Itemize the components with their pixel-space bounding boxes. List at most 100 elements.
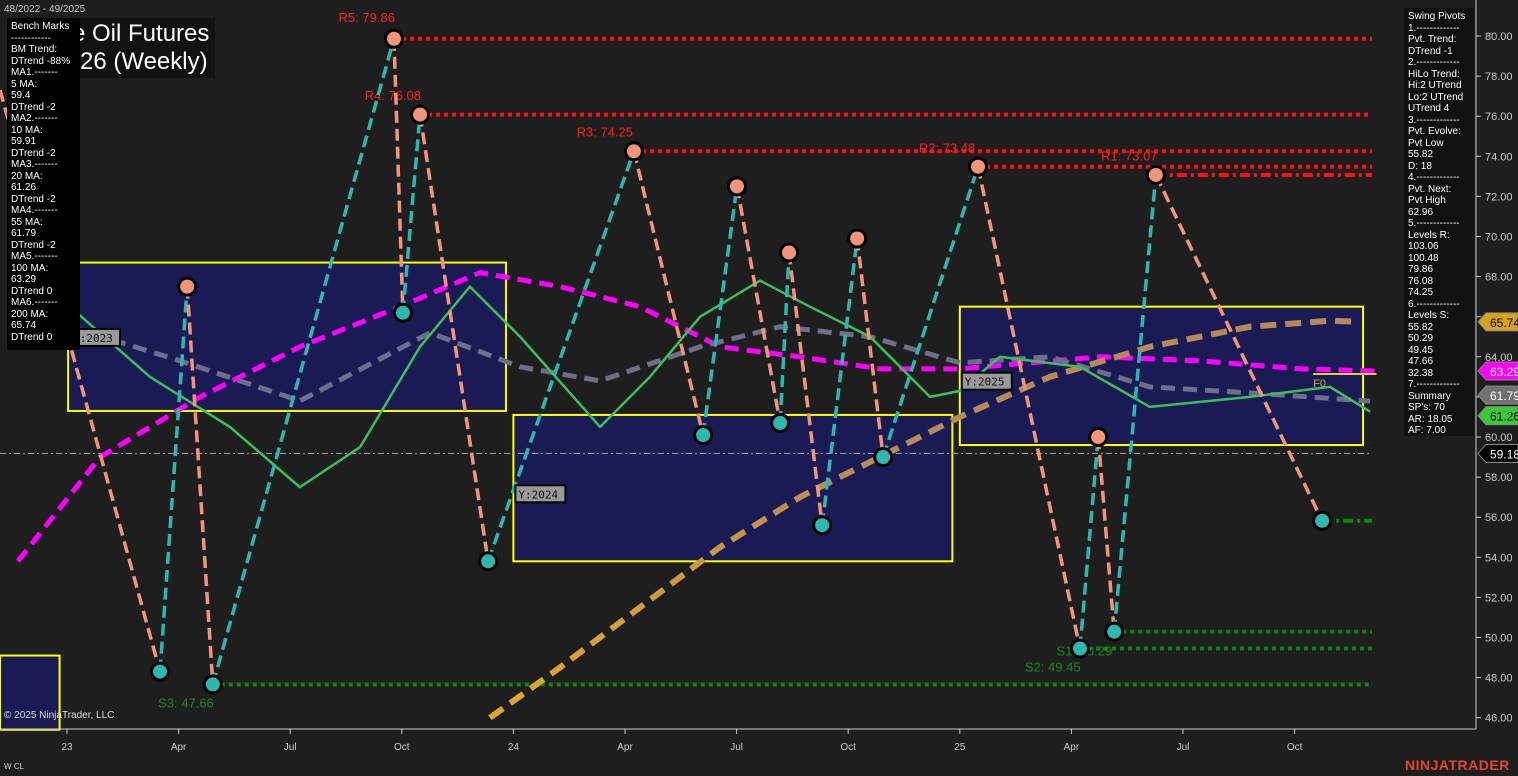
swing-line: Levels S: (1408, 310, 1450, 321)
level-label: R3: 74.25 (577, 124, 633, 139)
bench-line: BM Trend: (11, 44, 58, 55)
swing-down-segment (1096, 436, 1116, 632)
pivot-high-marker (626, 144, 641, 159)
swing-line: 2.------------- (1408, 57, 1460, 68)
pivot-low-marker (395, 305, 410, 320)
bench-line: DTrend -2 (11, 239, 56, 251)
bench-line: DTrend 0 (11, 285, 53, 297)
bench-line: MA3.------- (11, 159, 58, 170)
swing-line: Levels R: (1408, 229, 1450, 241)
y-tick-label: 68.00 (1485, 272, 1513, 284)
swing-line: Summary (1408, 390, 1451, 402)
swing-line: AR: 18.05 (1408, 413, 1453, 425)
level-label: S2: 49.45 (1025, 660, 1081, 675)
swing-line: 32.38 (1408, 367, 1434, 379)
swing-line: Pvt. Trend: (1408, 34, 1457, 45)
swing-line: 76.08 (1408, 275, 1434, 287)
symbol-label: W CL (4, 762, 24, 771)
x-tick-label: Apr (617, 742, 633, 753)
swing-line: Pvt Low (1408, 137, 1444, 149)
year-box (958, 305, 1365, 447)
swing-line: Pvt. Evolve: (1408, 126, 1461, 137)
pivot-low-marker (815, 518, 830, 533)
level-label: R2: 73.48 (919, 140, 975, 155)
bench-marks-panel: Bench Marks ------------ BM Trend: DTrend -… (7, 18, 80, 350)
bench-line: DTrend -2 (11, 101, 56, 113)
price-tag-label: 65.74 (1490, 316, 1518, 330)
pivot-low-marker (696, 427, 711, 442)
price-tag-label: 59.18 (1490, 447, 1518, 461)
y-tick-label: 72.00 (1485, 191, 1513, 203)
title-line-2: -26 (Weekly) (72, 48, 208, 75)
swing-line: HiLo Trend: (1408, 68, 1460, 80)
bench-line: 10 MA: (11, 124, 43, 136)
swing-line: 100.48 (1408, 252, 1439, 264)
x-tick-label: Jul (1177, 742, 1190, 753)
swing-line: 74.25 (1408, 287, 1434, 298)
bench-line: DTrend -2 (11, 147, 56, 159)
copyright: © 2025 NinjaTrader, LLC (4, 710, 115, 721)
y-tick-label: 60.00 (1485, 432, 1513, 444)
y-tick-label: 76.00 (1485, 111, 1513, 123)
title-line-1: e Oil Futures (72, 20, 210, 47)
bench-line: MA1.------- (11, 67, 58, 78)
pivot-low-marker (481, 554, 496, 569)
y-tick-label: 56.00 (1485, 512, 1513, 524)
swing-line: 47.66 (1408, 356, 1434, 367)
bench-line: DTrend -2 (11, 193, 56, 205)
swing-line: DTrend -1 (1408, 45, 1453, 57)
pivot-low-marker (153, 664, 167, 679)
bench-line: ------------ (11, 32, 51, 44)
pivot-high-marker (386, 31, 401, 46)
swing-down-segment (735, 186, 782, 424)
y-tick-label: 74.00 (1485, 151, 1513, 163)
swing-line: Swing Pivots (1408, 11, 1466, 22)
bench-line: 59.91 (11, 136, 37, 147)
year-label: Y:2024 (518, 488, 558, 501)
bench-line: Bench Marks (11, 21, 70, 32)
date-range: 48/2022 - 49/2025 (4, 4, 86, 15)
bench-line: 5 MA: (11, 78, 38, 90)
y-tick-label: 50.00 (1485, 633, 1513, 645)
x-tick-label: Apr (171, 742, 187, 753)
bench-line: 100 MA: (11, 262, 49, 274)
swing-line: AF: 7.00 (1408, 425, 1446, 436)
bench-line: 55 MA: (11, 216, 43, 228)
swing-line: Lo:2 UTrend (1408, 91, 1464, 103)
pivot-high-marker (782, 245, 797, 260)
swing-line: 6.------------- (1408, 298, 1460, 310)
swing-line: 79.86 (1408, 264, 1434, 275)
y-tick-label: 78.00 (1485, 71, 1513, 83)
price-tag-label: 61.79 (1490, 389, 1518, 403)
pivot-high-marker (971, 159, 986, 174)
swing-up-segment (778, 252, 791, 424)
pivot-low-marker (773, 415, 788, 430)
level-label: S3: 47.66 (158, 696, 214, 711)
brand-logo: NINJATRADER (1405, 757, 1510, 773)
x-tick-label: Apr (1064, 742, 1080, 753)
x-tick-label: 23 (61, 742, 73, 753)
swing-line: 1.------------- (1408, 22, 1460, 34)
swing-down-segment (632, 150, 705, 436)
price-tag-label: 61.26 (1490, 410, 1518, 424)
y-tick-label: 58.00 (1485, 472, 1513, 484)
swing-line: SP's: 70 (1408, 402, 1445, 413)
level-label: R5: 79.86 (339, 10, 395, 25)
swing-line: 5.------------- (1408, 218, 1460, 229)
swing-line: 55.82 (1408, 321, 1434, 333)
x-tick-label: Jul (730, 742, 743, 753)
x-tick-label: 25 (954, 742, 966, 753)
y-tick-label: 70.00 (1485, 232, 1513, 244)
pivot-low-marker (1107, 624, 1122, 639)
bench-line: MA6.------- (11, 297, 58, 308)
bench-line: MA4.------- (11, 205, 58, 216)
bench-line: DTrend 0 (11, 331, 53, 343)
x-tick-label: 24 (508, 742, 520, 753)
level-label: R4: 76.08 (365, 88, 421, 103)
swing-pivots-panel: Swing Pivots 1.------------- Pvt. Trend: DT… (1404, 8, 1474, 436)
x-tick-label: Jul (284, 742, 297, 753)
x-tick-label: Oct (840, 742, 856, 753)
swing-line: UTrend 4 (1408, 103, 1450, 114)
chart-title: e Oil Futures -26 (Weekly) (72, 18, 216, 78)
price-tag-label: 63.29 (1490, 365, 1518, 379)
